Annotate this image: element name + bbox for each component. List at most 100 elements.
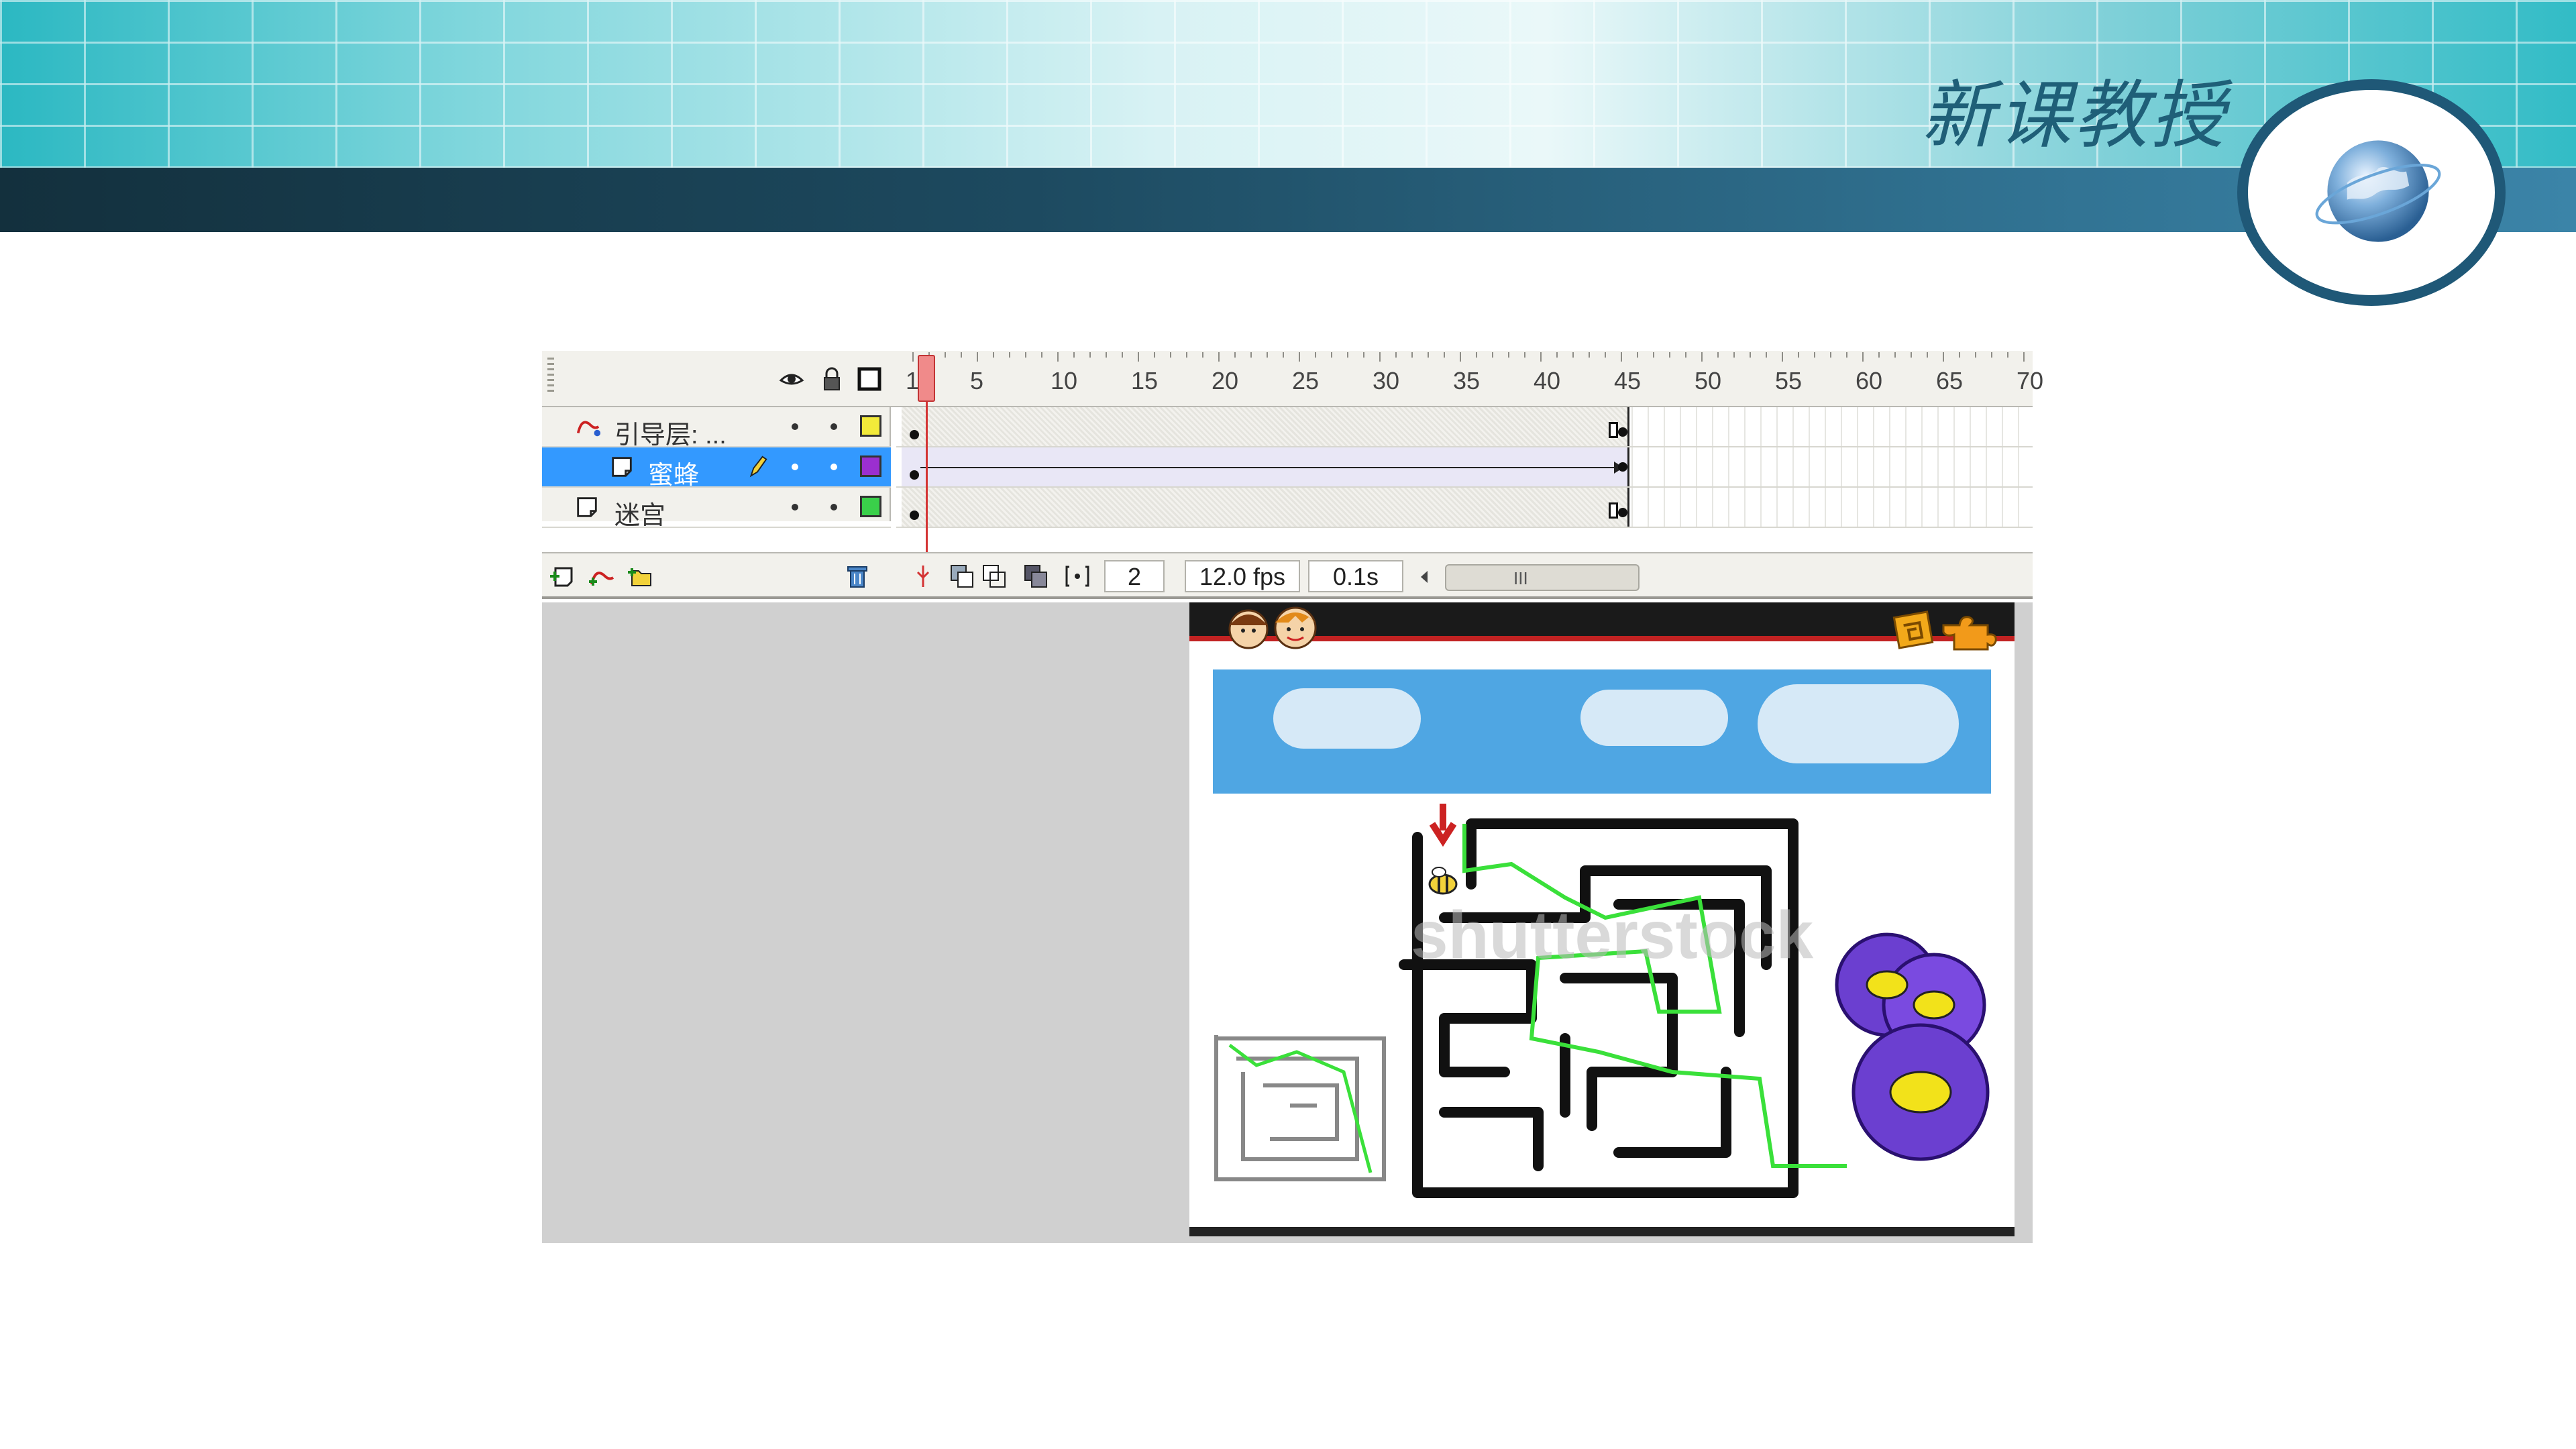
ruler-tick [1138, 352, 1139, 362]
elapsed-time-field: 0.1s [1308, 560, 1403, 592]
ruler-tick [1814, 352, 1815, 358]
ruler-number: 65 [1936, 367, 1964, 394]
ruler-tick [1218, 352, 1220, 362]
center-frame-icon[interactable] [910, 563, 936, 590]
onion-skin-icon[interactable] [949, 563, 975, 590]
ruler-tick [977, 352, 978, 362]
ruler-tick [912, 352, 914, 362]
modify-onion-markers-icon[interactable] [1064, 563, 1091, 590]
ruler-tick [1733, 352, 1735, 358]
end-frame[interactable] [1609, 422, 1618, 438]
ruler-tick [1943, 352, 1944, 362]
lock-icon[interactable] [818, 366, 845, 392]
ruler-number: 20 [1212, 367, 1239, 394]
frame-row-bee[interactable] [896, 447, 2033, 488]
layer-row-guide[interactable]: 引导层: ... [542, 407, 891, 449]
trash-icon[interactable] [844, 563, 871, 590]
keyframe[interactable] [1618, 462, 1627, 472]
frame-ruler[interactable]: 1 5 10 15 20 25 30 35 40 45 50 55 60 65 70 [896, 351, 2043, 407]
insert-layer-icon[interactable] [549, 563, 576, 590]
ruler-tick [2007, 352, 2008, 358]
layer-column-header [542, 351, 891, 407]
ruler-tick [1299, 352, 1300, 362]
ruler-tick [1363, 352, 1364, 358]
frame-row-maze[interactable] [896, 488, 2033, 528]
onion-skin-outline-icon[interactable] [981, 563, 1008, 590]
ruler-tick [1106, 352, 1107, 358]
frame-row-guide[interactable] [896, 407, 2033, 447]
keyframe[interactable] [1618, 508, 1627, 517]
keyframe[interactable] [1618, 427, 1627, 437]
scroll-left-arrow-icon[interactable] [1414, 566, 1434, 588]
layer-panel: 引导层: ... 蜜蜂 迷宫 [542, 407, 891, 530]
ruler-tick [1395, 352, 1397, 358]
ruler-tick [1572, 352, 1574, 358]
ruler-tick [1170, 352, 1171, 358]
ruler-tick [1202, 352, 1203, 358]
guide-layer-icon [576, 421, 601, 437]
ruler-tick [1927, 352, 1928, 358]
layer-color-swatch[interactable] [860, 415, 881, 437]
lock-dot[interactable] [830, 464, 837, 470]
keyframe[interactable] [910, 430, 919, 439]
current-frame-field: 2 [1104, 560, 1165, 592]
ruler-tick [1798, 352, 1799, 358]
layer-color-swatch[interactable] [860, 455, 881, 477]
globe-icon [2315, 140, 2441, 242]
slide: 新课教授 1 5 10 15 20 25 30 35 40 45 50 55 6… [0, 0, 2576, 1449]
drag-grip-icon[interactable] [547, 358, 554, 395]
ruler-number: 30 [1373, 367, 1400, 394]
ruler-tick [2023, 352, 2025, 362]
edit-multiple-frames-icon[interactable] [1022, 563, 1049, 590]
ruler-tick [1428, 352, 1429, 358]
ruler-tick [1556, 352, 1558, 358]
ruler-tick [1540, 352, 1542, 362]
stage-area: shutterstock [542, 602, 2033, 1243]
ruler-tick [1460, 352, 1461, 362]
ruler-tick [1669, 352, 1670, 358]
keyframe[interactable] [910, 470, 919, 480]
static-frames[interactable] [902, 407, 1629, 446]
visibility-dot[interactable] [792, 423, 798, 430]
ruler-tick [1862, 352, 1864, 362]
frame-grid[interactable] [896, 407, 2033, 528]
timeline-scrollbar[interactable]: III [1445, 564, 1640, 591]
ruler-tick [1347, 352, 1348, 358]
ruler-tick [1073, 352, 1075, 358]
lock-dot[interactable] [830, 504, 837, 511]
insert-folder-icon[interactable] [627, 563, 653, 590]
layer-row-maze[interactable]: 迷宫 [542, 488, 891, 530]
ruler-number: 10 [1051, 367, 1078, 394]
keyframe[interactable] [910, 511, 919, 520]
playhead-line [926, 402, 928, 563]
watermark-text: shutterstock [1411, 898, 1814, 973]
visibility-dot[interactable] [792, 504, 798, 511]
visibility-dot[interactable] [792, 464, 798, 470]
frame-rate-field[interactable]: 12.0 fps [1185, 560, 1300, 592]
ruler-number: 25 [1292, 367, 1320, 394]
add-guide-layer-icon[interactable] [588, 563, 614, 590]
outline-icon[interactable] [856, 366, 883, 392]
ruler-tick [1267, 352, 1268, 358]
ruler-tick [1959, 352, 1960, 358]
ruler-tick [1685, 352, 1686, 358]
ruler-tick [1283, 352, 1284, 358]
layer-icon [612, 457, 632, 477]
eye-icon[interactable] [778, 366, 805, 392]
ruler-tick [1524, 352, 1525, 358]
layer-color-swatch[interactable] [860, 496, 881, 517]
stage-canvas[interactable]: shutterstock [1189, 602, 2015, 1236]
ruler-tick [1750, 352, 1751, 358]
scrollbar-grip-icon[interactable]: III [1513, 568, 1528, 589]
playhead[interactable] [918, 355, 935, 402]
timeline-header: 1 5 10 15 20 25 30 35 40 45 50 55 60 65 70 [542, 351, 2043, 407]
ruler-number: 50 [1695, 367, 1722, 394]
static-frames[interactable] [902, 488, 1629, 527]
ruler-tick [1717, 352, 1719, 358]
ruler-tick [1605, 352, 1606, 358]
end-frame[interactable] [1609, 502, 1618, 519]
layer-row-bee[interactable]: 蜜蜂 [542, 447, 891, 490]
lock-dot[interactable] [830, 423, 837, 430]
ruler-number: 5 [970, 367, 984, 394]
layer-name: 引导层: ... [614, 421, 727, 449]
